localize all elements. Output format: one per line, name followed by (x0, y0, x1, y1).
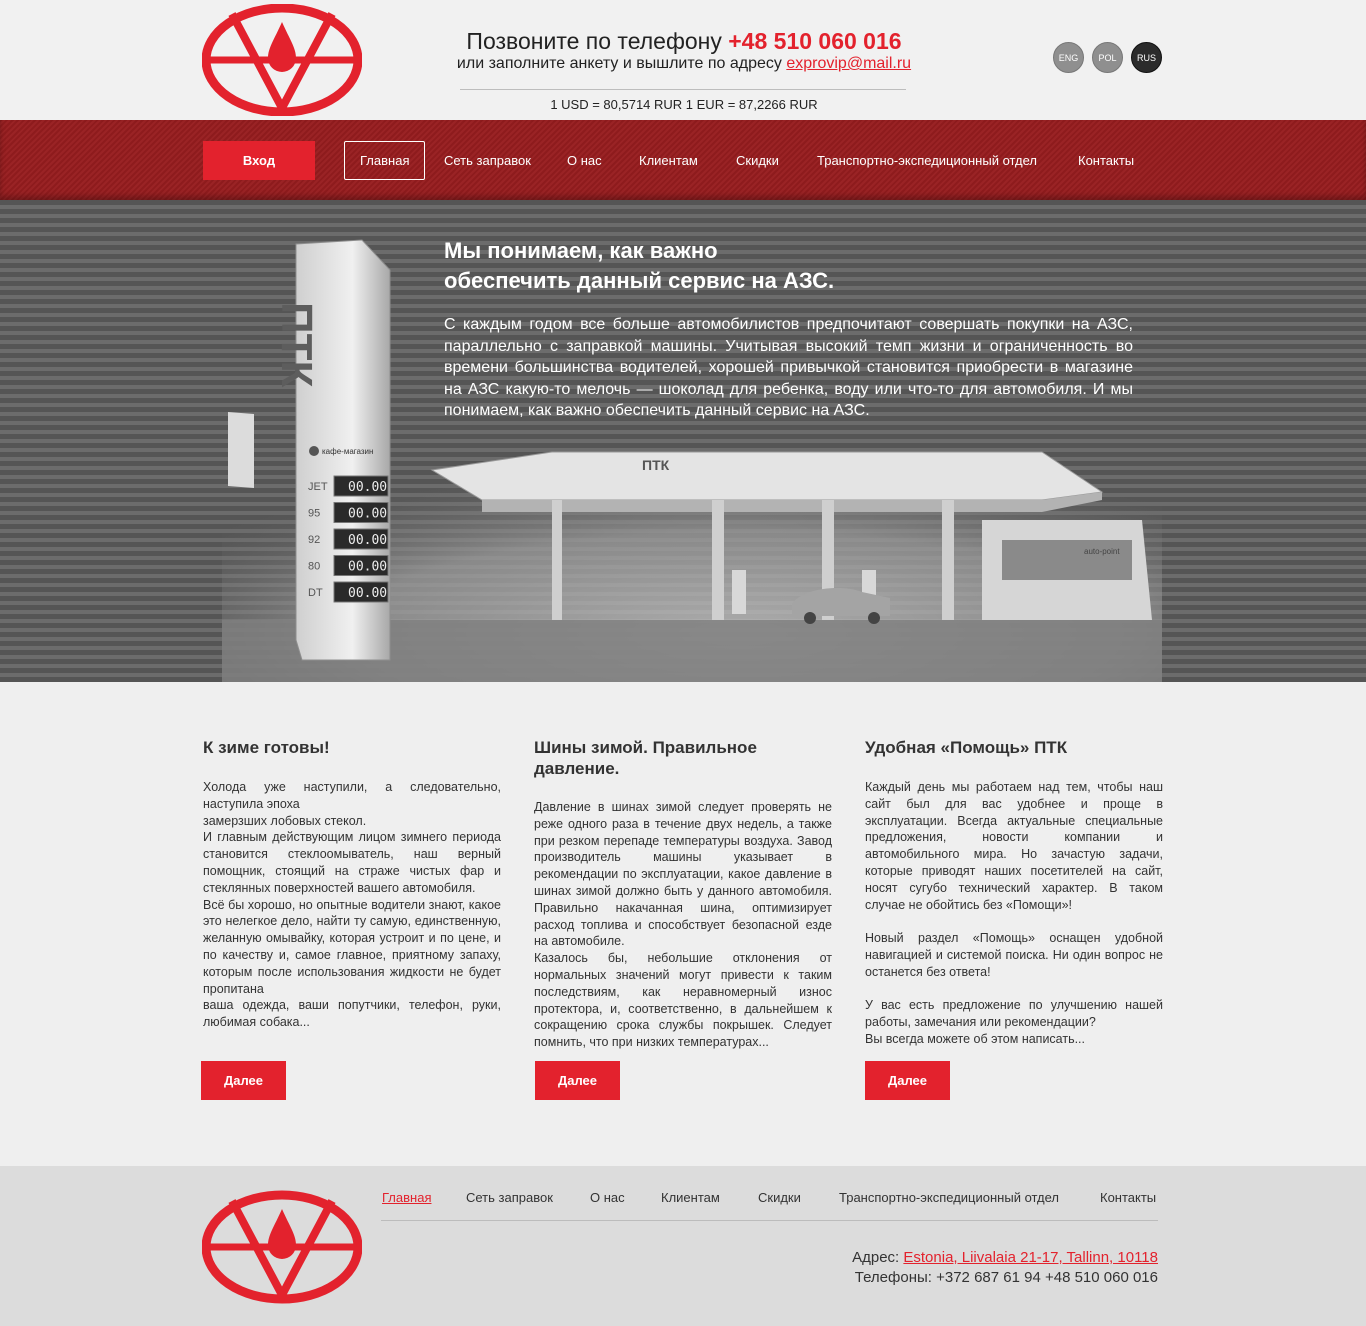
language-switcher: ENG POL RUS (1053, 42, 1162, 73)
nav-item-about[interactable]: О нас (567, 141, 602, 180)
pylon-brand: ПТК (272, 302, 321, 388)
footer-nav-discounts[interactable]: Скидки (758, 1190, 801, 1205)
phone-prefix: Позвоните по телефону (466, 28, 722, 54)
login-button[interactable]: Вход (203, 141, 315, 180)
footer-contacts: Адрес: Estonia, Liivalaia 21-17, Tallinn… (852, 1248, 1158, 1288)
fuel-grade-label: 95 (308, 508, 320, 520)
lang-pol-button[interactable]: POL (1092, 42, 1123, 73)
article-title: Шины зимой. Правильное давление. (534, 738, 757, 778)
footer-divider (381, 1220, 1158, 1221)
lang-eng-button[interactable]: ENG (1053, 42, 1084, 73)
lang-rus-button[interactable]: RUS (1131, 42, 1162, 73)
footer-nav-home[interactable]: Главная (382, 1190, 431, 1205)
fuel-grade-label: DT (308, 587, 323, 599)
hero-title: Мы понимаем, как важно обеспечить данный… (444, 238, 835, 293)
article-tires: Шины зимой. Правильное давление. Давлени… (534, 737, 832, 1051)
nav-item-transport[interactable]: Транспортно-экспедиционный отдел (817, 141, 1037, 180)
pylon-cafe-label: кафе-магазин (322, 447, 373, 456)
footer-nav-clients[interactable]: Клиентам (661, 1190, 720, 1205)
footer-nav-contacts[interactable]: Контакты (1100, 1190, 1156, 1205)
nav-item-home[interactable]: Главная (344, 141, 426, 180)
phones-label: Телефоны: (854, 1269, 932, 1286)
hero-banner: auto-point ПТК ПТК кафе-магазин JET 00.00… (0, 200, 1366, 682)
site-footer: Главная Сеть заправок О нас Клиентам Ски… (0, 1166, 1366, 1326)
fuel-grade-label: 80 (308, 561, 320, 573)
shop-sign: auto-point (1084, 547, 1120, 556)
phone-line: Позвоните по телефону +48 510 060 016 (440, 28, 928, 55)
footer-nav-stations[interactable]: Сеть заправок (466, 1190, 553, 1205)
article-body: Давление в шинах зимой следует проверять… (534, 800, 832, 1050)
hero-text: С каждым годом все больше автомобилистов… (444, 316, 1133, 419)
price-value: 00.00 (348, 533, 387, 548)
header-divider (460, 89, 906, 90)
company-logo[interactable] (202, 4, 362, 116)
site-header: Позвоните по телефону +48 510 060 016 ил… (0, 0, 1366, 120)
fuel-grade-label: JET (308, 481, 328, 493)
price-value: 00.00 (348, 507, 387, 522)
article-body: Каждый день мы работаем над тем, чтобы н… (865, 780, 1163, 1046)
article-title: Удобная «Помощь» ПТК (865, 738, 1068, 757)
nav-item-clients[interactable]: Клиентам (639, 141, 698, 180)
fuel-grade-label: 92 (308, 534, 320, 546)
email-link[interactable]: exprovip@mail.ru (786, 55, 911, 72)
article-tires-more-button[interactable]: Далее (535, 1061, 620, 1100)
phones-value: +372 687 61 94 +48 510 060 016 (936, 1269, 1158, 1286)
currency-rates: 1 USD = 80,5714 RUR 1 EUR = 87,2266 RUR (550, 97, 818, 112)
footer-nav-about[interactable]: О нас (590, 1190, 625, 1205)
address-link[interactable]: Estonia, Liivalaia 21-17, Tallinn, 10118 (903, 1249, 1158, 1266)
price-value: 00.00 (348, 480, 387, 495)
mail-prefix: или заполните анкету и вышлите по адресу (456, 55, 782, 72)
price-value: 00.00 (348, 586, 387, 601)
nav-item-contacts[interactable]: Контакты (1078, 141, 1134, 180)
nav-item-stations[interactable]: Сеть заправок (444, 141, 531, 180)
article-title: К зиме готовы! (203, 738, 330, 757)
mail-line: или заполните анкету и вышлите по адресу… (440, 55, 928, 73)
article-body: Холода уже наступили, а следовательно, н… (203, 780, 501, 1030)
canopy-brand: ПТК (642, 457, 670, 473)
phone-number[interactable]: +48 510 060 016 (728, 28, 901, 54)
footer-logo[interactable] (202, 1190, 362, 1304)
article-winter: К зиме готовы! Холода уже наступили, а с… (203, 737, 501, 1031)
article-help: Удобная «Помощь» ПТК Каждый день мы рабо… (865, 737, 1163, 1048)
article-winter-more-button[interactable]: Далее (201, 1061, 286, 1100)
article-help-more-button[interactable]: Далее (865, 1061, 950, 1100)
footer-nav-transport[interactable]: Транспортно-экспедиционный отдел (839, 1190, 1059, 1205)
address-label: Адрес: (852, 1249, 900, 1266)
price-value: 00.00 (348, 560, 387, 575)
nav-item-discounts[interactable]: Скидки (736, 141, 779, 180)
main-nav: Вход Главная Сеть заправок О нас Клиента… (0, 120, 1366, 200)
